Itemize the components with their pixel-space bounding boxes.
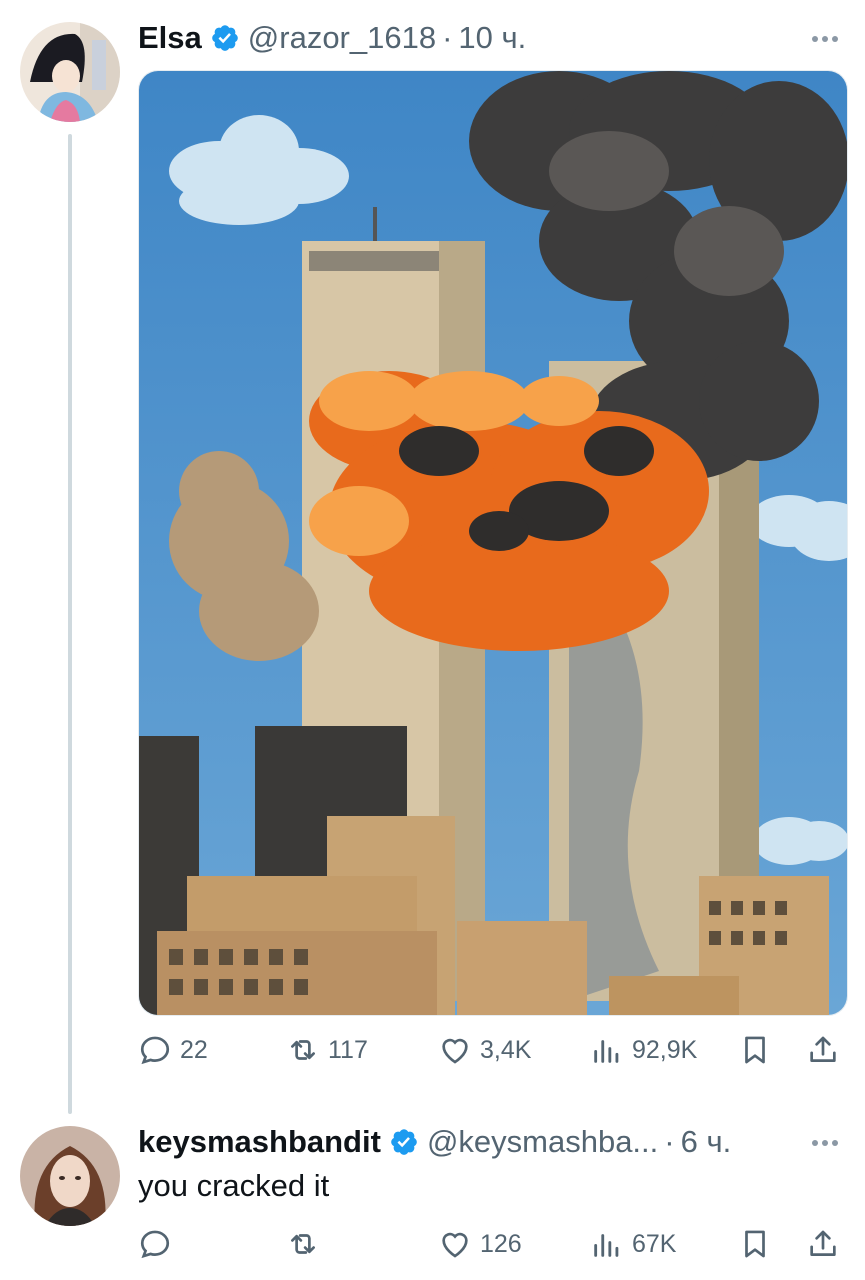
retweet-count: 117 (328, 1035, 368, 1064)
views-button[interactable]: 67K (590, 1222, 676, 1266)
bookmark-button[interactable] (738, 1028, 772, 1072)
separator-dot: · (442, 20, 453, 55)
more-options-icon[interactable] (812, 36, 838, 42)
avatar[interactable] (20, 22, 120, 122)
bookmark-icon (745, 1036, 765, 1064)
reply-count: 22 (180, 1035, 208, 1064)
like-count: 3,4K (480, 1035, 532, 1064)
views-icon (594, 1234, 619, 1257)
heart-icon (442, 1038, 468, 1064)
reply-button[interactable] (138, 1222, 180, 1266)
display-name[interactable]: keysmashbandit (138, 1124, 381, 1160)
verified-badge-icon (210, 23, 240, 53)
thread-line (68, 134, 72, 1114)
tweet-image[interactable] (138, 70, 848, 1016)
avatar-illustration-icon (20, 22, 120, 122)
views-button[interactable]: 92,9K (590, 1028, 697, 1072)
avatar[interactable] (20, 1126, 120, 1226)
share-icon (810, 1230, 836, 1256)
reply-icon (140, 1036, 170, 1065)
share-button[interactable] (806, 1222, 840, 1266)
like-button[interactable]: 126 (438, 1222, 522, 1266)
tweet-text: you cracked it (138, 1168, 330, 1203)
tweet-actions: 22 117 3,4K 92,9K (138, 1028, 848, 1072)
user-handle[interactable]: @keysmashba... (427, 1124, 658, 1160)
timestamp[interactable]: 6 ч. (681, 1124, 732, 1160)
user-handle[interactable]: @razor_1618 (248, 20, 436, 56)
bookmark-icon (745, 1230, 765, 1258)
views-count: 67K (632, 1229, 677, 1258)
reply-icon (140, 1230, 170, 1259)
heart-icon (442, 1232, 468, 1258)
share-button[interactable] (806, 1028, 840, 1072)
retweet-button[interactable]: 117 (286, 1028, 368, 1072)
tweet-actions: 126 67K (138, 1222, 848, 1266)
reply-button[interactable]: 22 (138, 1028, 208, 1072)
tweet-header: Elsa @razor_1618 · 10 ч. (138, 20, 526, 56)
avatar-photo-icon (20, 1126, 120, 1226)
bookmark-button[interactable] (738, 1222, 772, 1266)
retweet-icon (291, 1234, 315, 1254)
retweet-icon (291, 1040, 315, 1060)
retweet-button[interactable] (286, 1222, 328, 1266)
display-name[interactable]: Elsa (138, 20, 202, 56)
tweet-header: keysmashbandit @keysmashba... · 6 ч. (138, 1124, 731, 1160)
separator-dot: · (664, 1124, 675, 1159)
verified-badge-icon (389, 1127, 419, 1157)
views-count: 92,9K (632, 1035, 698, 1064)
views-icon (594, 1040, 619, 1063)
timestamp[interactable]: 10 ч. (458, 20, 526, 56)
tower-explosion-illustration-icon (139, 71, 847, 1015)
like-count: 126 (480, 1229, 522, 1258)
like-button[interactable]: 3,4K (438, 1028, 531, 1072)
share-icon (810, 1036, 836, 1062)
more-options-icon[interactable] (812, 1140, 838, 1146)
